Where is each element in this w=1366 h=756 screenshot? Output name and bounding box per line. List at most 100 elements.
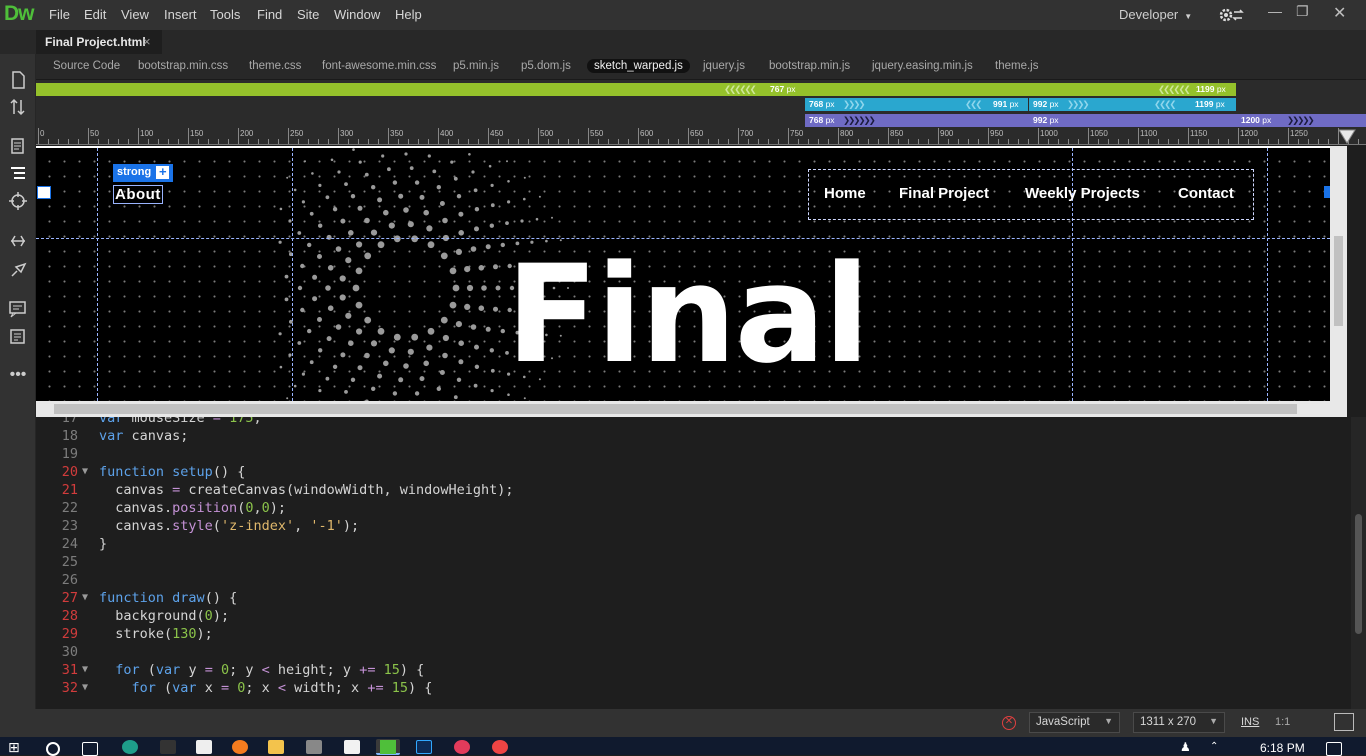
people-icon[interactable]: ♟	[1180, 740, 1196, 754]
element-tag-badge[interactable]: strong +	[113, 164, 174, 182]
related-jquery-easing-js[interactable]: jquery.easing.min.js	[865, 59, 980, 73]
code-line[interactable]: 23 canvas.style('z-index', '-1');	[36, 517, 1346, 535]
fold-arrow-icon[interactable]: ▼	[82, 463, 88, 481]
nav-contact[interactable]: Contact	[1178, 185, 1234, 202]
related-p5-dom-js[interactable]: p5.dom.js	[514, 59, 578, 73]
related-theme-js[interactable]: theme.js	[988, 59, 1045, 73]
css-transitions-icon[interactable]	[6, 230, 30, 252]
code-line[interactable]: 27 ▼ function draw() {	[36, 589, 1346, 607]
firefox-icon[interactable]	[232, 740, 248, 754]
mq-768-991[interactable]: 768 px ❯❯❯❯ ❮❮❮ 991 px	[805, 98, 1028, 111]
code-line[interactable]: 20 ▼ function setup() {	[36, 463, 1346, 481]
more-icon[interactable]: •••	[6, 366, 30, 388]
restore-icon[interactable]: ❐	[1296, 3, 1309, 20]
menu-file[interactable]: File	[49, 7, 70, 22]
scroll-thumb[interactable]	[1355, 514, 1362, 634]
warp-dot	[278, 240, 282, 244]
chevron-left-icon: ❮❮❮❮❮❮	[1158, 84, 1191, 94]
related-sketch-warped-js[interactable]: sketch_warped.js	[587, 59, 690, 73]
sort-arrows-icon[interactable]	[6, 96, 30, 118]
scroll-thumb[interactable]	[54, 404, 1297, 414]
code-line[interactable]: 19	[36, 445, 1346, 463]
file-icon[interactable]	[6, 69, 30, 91]
menu-help[interactable]: Help	[395, 7, 422, 22]
fold-arrow-icon[interactable]: ▼	[82, 661, 88, 679]
mq-max-767[interactable]: ❮❮❮❮❮❮ 767 px ❮❮❮❮❮❮ 1199 px	[36, 83, 1236, 96]
document-tab[interactable]: Final Project.html ×	[36, 30, 162, 54]
chevron-up-icon[interactable]: ⌃	[1210, 741, 1226, 755]
code-line[interactable]: 28 background(0);	[36, 607, 1346, 625]
code-line[interactable]: 32 ▼ for (var x = 0; x < width; x += 15) …	[36, 679, 1346, 697]
assets-icon[interactable]	[6, 326, 30, 348]
preview-icon[interactable]	[1334, 713, 1354, 731]
code-line[interactable]: 24}	[36, 535, 1346, 553]
related-bootstrap-js[interactable]: bootstrap.min.js	[762, 59, 857, 73]
comments-icon[interactable]	[6, 298, 30, 320]
related-theme-css[interactable]: theme.css	[242, 59, 308, 73]
chrome-icon[interactable]	[492, 740, 508, 754]
properties-icon[interactable]	[6, 136, 30, 158]
code-line[interactable]: 18 var canvas;	[36, 427, 1346, 445]
notifications-icon[interactable]	[1326, 742, 1342, 756]
related-jquery-js[interactable]: jquery.js	[696, 59, 752, 73]
scroll-thumb[interactable]	[1334, 236, 1343, 326]
code-line[interactable]: 30	[36, 643, 1346, 661]
add-class-icon[interactable]: +	[156, 165, 170, 179]
close-icon[interactable]: ✕	[1333, 3, 1346, 23]
app-icon[interactable]	[454, 740, 470, 754]
menu-window[interactable]: Window	[334, 7, 380, 22]
insert-mode[interactable]: INS	[1241, 716, 1259, 728]
language-select[interactable]: JavaScript ▼	[1029, 712, 1120, 733]
error-icon[interactable]: ✕	[1002, 716, 1016, 730]
code-line[interactable]: 31 ▼ for (var y = 0; y < height; y += 15)…	[36, 661, 1346, 679]
nav-weekly-projects[interactable]: Weekly Projects	[1025, 185, 1140, 202]
code-line[interactable]: 22 canvas.position(0,0);	[36, 499, 1346, 517]
search-icon[interactable]	[46, 742, 60, 756]
about-link[interactable]: About	[113, 185, 163, 204]
menu-insert[interactable]: Insert	[164, 7, 197, 22]
menu-tools[interactable]: Tools	[210, 7, 240, 22]
related-p5-min-js[interactable]: p5.min.js	[446, 59, 506, 73]
arduino-icon[interactable]	[122, 740, 138, 754]
store-icon[interactable]	[196, 740, 212, 754]
windows-start-icon[interactable]: ⊞	[8, 740, 24, 755]
menu-find[interactable]: Find	[257, 7, 282, 22]
code-line[interactable]: 17 var mouseSize = 175;	[36, 417, 1346, 427]
photoshop-icon[interactable]	[416, 740, 432, 754]
live-view[interactable]: strong + About Home Final Project Weekly …	[36, 146, 1330, 401]
related-bootstrap-css[interactable]: bootstrap.min.css	[131, 59, 235, 73]
workspace-switcher[interactable]: Developer ▼	[1119, 7, 1192, 22]
snippets-icon[interactable]	[6, 258, 30, 280]
dom-icon[interactable]	[6, 162, 30, 184]
sync-settings-icon[interactable]	[1219, 6, 1245, 29]
file-explorer-icon[interactable]	[268, 740, 284, 754]
code-line[interactable]: 21 canvas = createCanvas(windowWidth, wi…	[36, 481, 1346, 499]
fold-arrow-icon[interactable]: ▼	[82, 679, 88, 697]
fold-arrow-icon[interactable]: ▼	[82, 589, 88, 607]
code-line[interactable]: 26	[36, 571, 1346, 589]
window-size-select[interactable]: 1311 x 270 ▼	[1133, 712, 1225, 733]
code-editor[interactable]: 17 var mouseSize = 175; 18 var canvas; 19 20 ▼…	[36, 417, 1366, 709]
app-icon[interactable]	[306, 740, 322, 754]
menu-site[interactable]: Site	[297, 7, 319, 22]
nav-final-project[interactable]: Final Project	[899, 185, 989, 202]
task-view-icon[interactable]	[82, 742, 98, 756]
css-designer-icon[interactable]	[6, 190, 30, 212]
app-icon[interactable]	[160, 740, 176, 754]
tab-close-icon[interactable]: ×	[143, 34, 151, 49]
minimize-icon[interactable]: —	[1268, 3, 1282, 19]
nav-home[interactable]: Home	[824, 185, 866, 202]
related-source-code[interactable]: Source Code	[46, 59, 127, 73]
mq-min-1200[interactable]: 1200 px ❯❯❯❯❯	[1237, 114, 1366, 127]
code-line[interactable]: 25	[36, 553, 1346, 571]
mq-992-1199[interactable]: 992 px ❯❯❯❯ ❮❮❮❮ 1199 px	[1029, 98, 1236, 111]
menu-view[interactable]: View	[121, 7, 149, 22]
dreamweaver-taskbar-icon[interactable]	[376, 739, 400, 755]
live-view-vertical-scrollbar[interactable]	[1330, 146, 1347, 401]
code-line[interactable]: 29 stroke(130);	[36, 625, 1346, 643]
menu-edit[interactable]: Edit	[84, 7, 106, 22]
related-font-awesome-css[interactable]: font-awesome.min.css	[315, 59, 443, 73]
notepad-icon[interactable]	[344, 740, 360, 754]
resize-handle-icon[interactable]	[37, 186, 51, 199]
code-scrollbar[interactable]	[1351, 417, 1366, 709]
